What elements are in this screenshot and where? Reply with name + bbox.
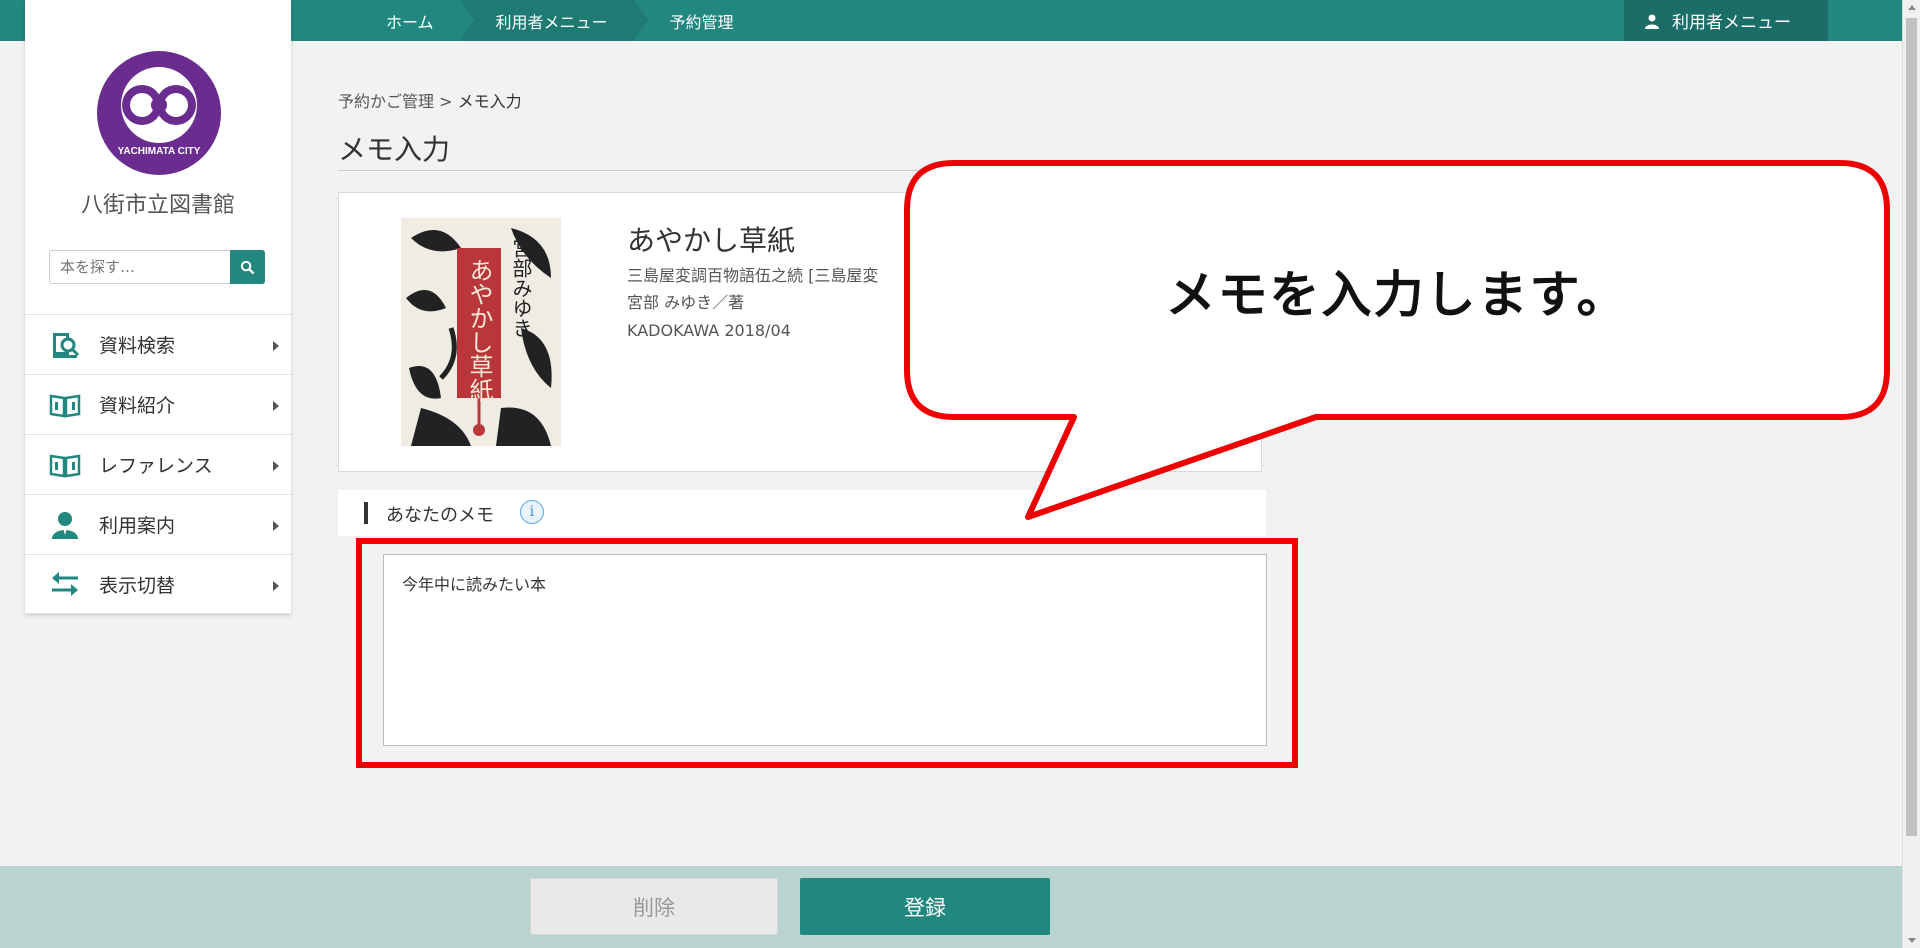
heading-bar <box>364 502 368 524</box>
highlight-frame <box>356 538 1298 768</box>
cover-author: 宮部みゆき <box>509 238 533 338</box>
sidebar-item-search[interactable]: 資料検索 <box>25 314 291 374</box>
chevron-right-icon <box>273 341 279 351</box>
sidebar-item-label: 利用案内 <box>99 515 176 537</box>
register-button[interactable]: 登録 <box>800 878 1050 935</box>
search-button[interactable] <box>230 250 265 284</box>
sidebar-item-label: レファレンス <box>99 455 213 477</box>
breadcrumb-current: メモ入力 <box>457 92 522 111</box>
nav-reservation-label: 予約管理 <box>669 12 734 32</box>
user-icon <box>1645 14 1659 29</box>
chevron-right-icon <box>273 401 279 411</box>
book-cover[interactable]: 宮部みゆき あやかし草紙 <box>401 218 561 446</box>
cover-title: あやかし草紙 <box>465 258 493 402</box>
chevron-right-icon <box>273 581 279 591</box>
nav-reservation-link[interactable]: 予約管理 <box>634 0 760 41</box>
sidebar-item-introduction[interactable]: 資料紹介 <box>25 374 291 434</box>
library-name: 八街市立図書館 <box>80 193 235 218</box>
nav-user-menu-link[interactable]: 利用者メニュー <box>459 0 648 41</box>
book-publisher-date: KADOKAWA 2018/04 <box>627 321 791 340</box>
sidebar-item-label: 表示切替 <box>99 574 176 597</box>
scroll-down-icon[interactable] <box>1908 938 1916 943</box>
sidebar-item-label: 資料紹介 <box>99 395 176 417</box>
logo-text: YACHIMATA CITY <box>118 146 201 157</box>
nav-home-label: ホーム <box>386 12 434 32</box>
search-box <box>49 250 265 284</box>
open-book-icon <box>49 389 81 421</box>
sidebar-menu: 資料検索 資料紹介 レファレンス 利用案内 表示切替 <box>25 314 291 614</box>
book-subtitle: 三島屋変調百物語伍之続 [三島屋変 <box>627 266 879 285</box>
global-breadcrumb: ホーム 利用者メニュー 予約管理 <box>370 0 760 41</box>
callout-text: メモを入力します。 <box>1165 266 1629 324</box>
breadcrumb-parent-link[interactable]: 予約かご管理 <box>338 92 434 111</box>
search-input[interactable] <box>60 258 220 276</box>
chevron-right-icon <box>273 521 279 531</box>
chevron-right-icon <box>273 461 279 471</box>
page-title: メモ入力 <box>338 133 451 166</box>
user-menu-button[interactable]: 利用者メニュー <box>1624 0 1828 41</box>
search-icon <box>240 260 255 274</box>
info-icon[interactable]: i <box>520 500 544 524</box>
person-icon <box>49 509 81 541</box>
sidebar-item-reference[interactable]: レファレンス <box>25 434 291 494</box>
city-logo[interactable]: YACHIMATA CITY <box>96 50 222 176</box>
book-search-icon <box>49 329 81 361</box>
nav-home-link[interactable]: ホーム <box>370 0 473 41</box>
memo-heading: あなたのメモ <box>386 505 494 526</box>
scroll-up-icon[interactable] <box>1908 5 1916 10</box>
open-book-icon <box>49 449 81 481</box>
delete-button[interactable]: 削除 <box>530 878 778 935</box>
nav-user-menu-label: 利用者メニュー <box>495 12 608 32</box>
scrollbar-thumb[interactable] <box>1906 18 1917 836</box>
sidebar: YACHIMATA CITY 八街市立図書館 資料検索 資料紹介 レファレン <box>25 0 291 614</box>
vertical-scrollbar[interactable] <box>1902 0 1920 948</box>
user-menu-label: 利用者メニュー <box>1672 13 1791 33</box>
book-title[interactable]: あやかし草紙 <box>627 219 795 259</box>
switch-arrows-icon <box>49 568 81 600</box>
breadcrumb-separator: > <box>439 92 453 111</box>
sidebar-item-label: 資料検索 <box>99 335 176 357</box>
callout-bubble <box>904 160 1890 520</box>
sidebar-item-guide[interactable]: 利用案内 <box>25 494 291 554</box>
breadcrumb: 予約かご管理 > メモ入力 <box>338 88 522 112</box>
sidebar-item-display-switch[interactable]: 表示切替 <box>25 554 291 614</box>
book-author: 宮部 みゆき／著 <box>627 293 745 312</box>
